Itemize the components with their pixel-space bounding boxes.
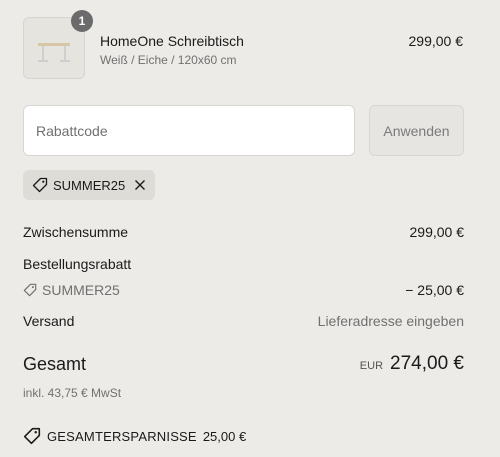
order-discount-code: SUMMER25 [42, 282, 120, 298]
cart-line-item: 1 HomeOne Schreibtisch Weiß / Eiche / 12… [23, 10, 464, 81]
total-amount: 274,00 € [390, 353, 464, 374]
subtotal-label: Zwischensumme [23, 224, 129, 240]
total-savings: GESAMTERSPARNISSE 25,00 € [23, 427, 246, 445]
subtotal-value: 299,00 € [409, 224, 465, 240]
discount-code-input[interactable] [23, 105, 355, 156]
apply-discount-button[interactable]: Anwenden [369, 105, 464, 156]
product-variant: Weiß / Eiche / 120x60 cm [100, 53, 237, 67]
tag-icon [23, 427, 41, 445]
tax-note: inkl. 43,75 € MwSt [23, 386, 122, 400]
applied-discount-code: SUMMER25 [53, 177, 126, 193]
order-discount-label: Bestellungsrabatt [23, 256, 132, 272]
total-currency: EUR [359, 360, 384, 372]
subtotal-row: Zwischensumme 299,00 € [23, 224, 464, 240]
order-discount-value: − 25,00 € [405, 282, 464, 298]
shipping-value: Lieferadresse eingeben [317, 313, 464, 329]
savings-value: 25,00 € [202, 428, 247, 444]
tag-icon [32, 177, 48, 193]
order-discount-row: Bestellungsrabatt [23, 256, 464, 272]
discount-form: Anwenden [23, 105, 464, 156]
total-label: Gesamt [23, 354, 87, 374]
close-icon[interactable] [134, 179, 146, 191]
total-value-group: EUR 274,00 € [360, 353, 464, 375]
savings-label: GESAMTERSPARNISSE [47, 428, 197, 444]
quantity-badge: 1 [71, 10, 93, 32]
shipping-label: Versand [23, 313, 75, 329]
order-discount-code-row: SUMMER25 − 25,00 € [23, 282, 464, 298]
applied-discount-chip: SUMMER25 [23, 170, 156, 200]
shipping-row: Versand Lieferadresse eingeben [23, 313, 464, 329]
product-name: HomeOne Schreibtisch [100, 33, 244, 49]
product-price: 299,00 € [408, 33, 464, 49]
tag-icon [23, 283, 37, 297]
